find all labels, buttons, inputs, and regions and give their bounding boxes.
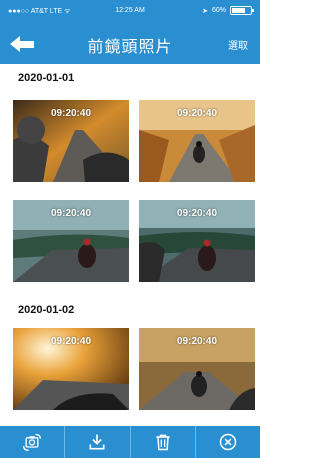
date-header: 2020-01-02	[18, 304, 75, 316]
select-button[interactable]: 選取	[228, 37, 248, 52]
photo-timestamp: 09:20:40	[176, 336, 218, 347]
nav-bar: 前鏡頭照片 選取	[0, 22, 260, 64]
battery-percent: 60%	[211, 7, 226, 14]
photo-thumbnail[interactable]: 09:20:40	[13, 200, 129, 282]
photo-timestamp: 09:20:40	[176, 208, 218, 219]
location-arrow-icon: ➤	[202, 7, 208, 15]
photo-thumbnail[interactable]: 09:20:40	[13, 100, 129, 182]
switch-camera-icon	[23, 433, 42, 451]
trash-icon	[155, 434, 170, 451]
status-bar: ●●●○○ AT&T LTE ᯤ 12:25 AM ➤ 60%	[0, 0, 260, 22]
switch-camera-button[interactable]	[0, 426, 66, 458]
page-title: 前鏡頭照片	[87, 39, 173, 56]
date-header: 2020-01-01	[18, 72, 75, 84]
photo-thumbnail[interactable]: 09:20:40	[139, 328, 255, 410]
photo-thumbnail[interactable]: 09:20:40	[139, 100, 255, 182]
download-icon	[89, 434, 105, 450]
photo-timestamp: 09:20:40	[176, 108, 218, 119]
download-button[interactable]	[65, 426, 131, 458]
photo-timestamp: 09:20:40	[50, 336, 92, 347]
photo-timestamp: 09:20:40	[50, 108, 92, 119]
battery-icon	[230, 6, 254, 15]
photo-thumbnail[interactable]: 09:20:40	[13, 328, 129, 410]
close-button[interactable]	[196, 426, 260, 458]
photo-gallery: 2020-01-01 09:20:40 09:20:40 09:20:40 09…	[0, 64, 260, 426]
delete-button[interactable]	[131, 426, 196, 458]
close-circle-icon	[219, 433, 237, 451]
photo-thumbnail[interactable]: 09:20:40	[139, 200, 255, 282]
bottom-toolbar	[0, 426, 260, 458]
status-right: ➤ 60%	[202, 6, 254, 15]
photo-timestamp: 09:20:40	[50, 208, 92, 219]
